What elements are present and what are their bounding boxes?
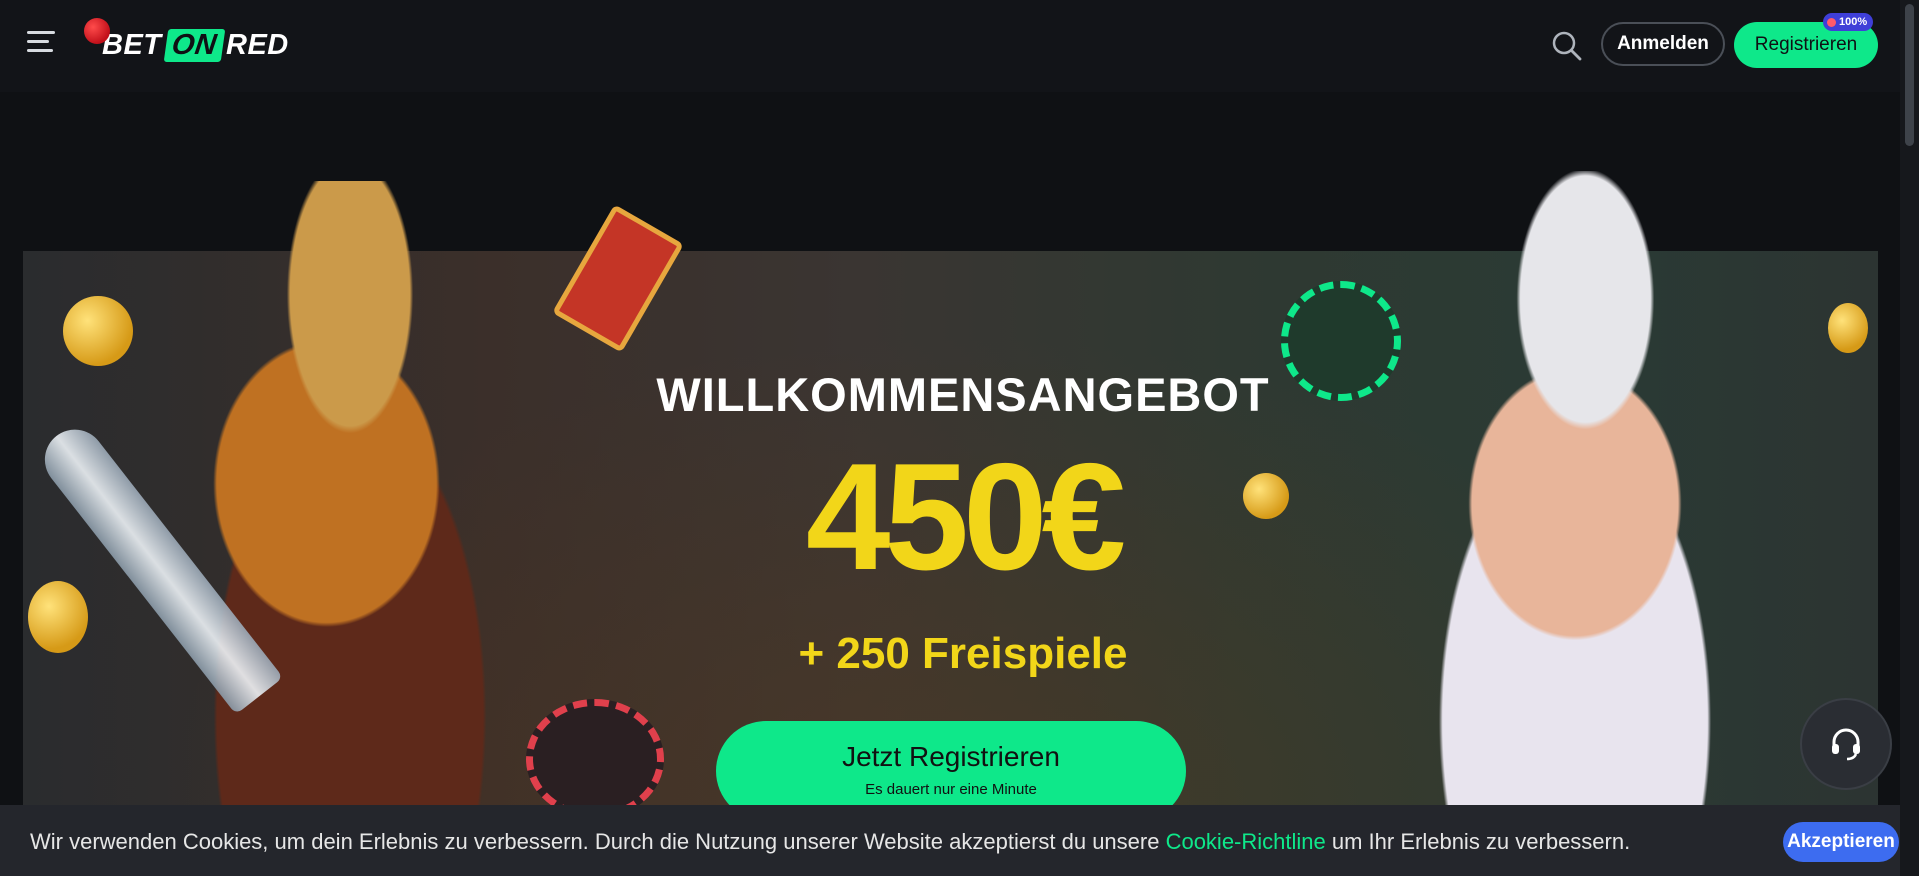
gold-coin-icon [1828, 303, 1868, 353]
warrior-character-image [115, 181, 585, 811]
zeus-character-image [1315, 171, 1835, 811]
search-icon[interactable] [1551, 30, 1583, 62]
cookie-text-after: um Ihr Erlebnis zu verbessern. [1325, 829, 1631, 854]
gold-coin-icon [28, 581, 88, 653]
cta-sublabel: Es dauert nur eine Minute [865, 781, 1037, 798]
hamburger-menu-icon[interactable] [27, 31, 55, 53]
site-logo[interactable]: BET ON RED [84, 18, 289, 62]
scrollbar-thumb[interactable] [1905, 4, 1914, 146]
logo-text-red: RED [226, 28, 289, 61]
gift-icon [1827, 17, 1836, 27]
support-headset-icon[interactable] [1802, 700, 1890, 788]
free-spins-text: + 250 Freispiele [798, 629, 1128, 678]
page-scrollbar[interactable] [1900, 0, 1919, 876]
bonus-amount: 450€ [805, 432, 1126, 602]
cookie-text-before: Wir verwenden Cookies, um dein Erlebnis … [30, 829, 1166, 854]
bonus-badge: 100% [1823, 13, 1874, 31]
hero-title: WILLKOMMENSANGEBOT [656, 368, 1270, 421]
site-header: BET ON RED Anmelden Registrieren 100% [0, 0, 1900, 92]
logo-text-bet: BET [102, 28, 162, 61]
logo-ball-icon [84, 18, 110, 44]
login-button[interactable]: Anmelden [1601, 22, 1725, 66]
hero-banner[interactable]: WILLKOMMENSANGEBOT 450€ + 250 Freispiele… [23, 171, 1878, 821]
cookie-banner: Wir verwenden Cookies, um dein Erlebnis … [0, 805, 1900, 876]
bonus-badge-text: 100% [1839, 16, 1868, 28]
cta-label: Jetzt Registrieren [842, 741, 1060, 772]
gold-coin-icon [63, 296, 133, 366]
cookie-policy-link[interactable]: Cookie-Richtline [1166, 829, 1326, 854]
cookie-message: Wir verwenden Cookies, um dein Erlebnis … [30, 829, 1630, 855]
logo-text-on: ON [163, 28, 225, 62]
accept-cookies-button[interactable]: Akzeptieren [1783, 822, 1899, 862]
